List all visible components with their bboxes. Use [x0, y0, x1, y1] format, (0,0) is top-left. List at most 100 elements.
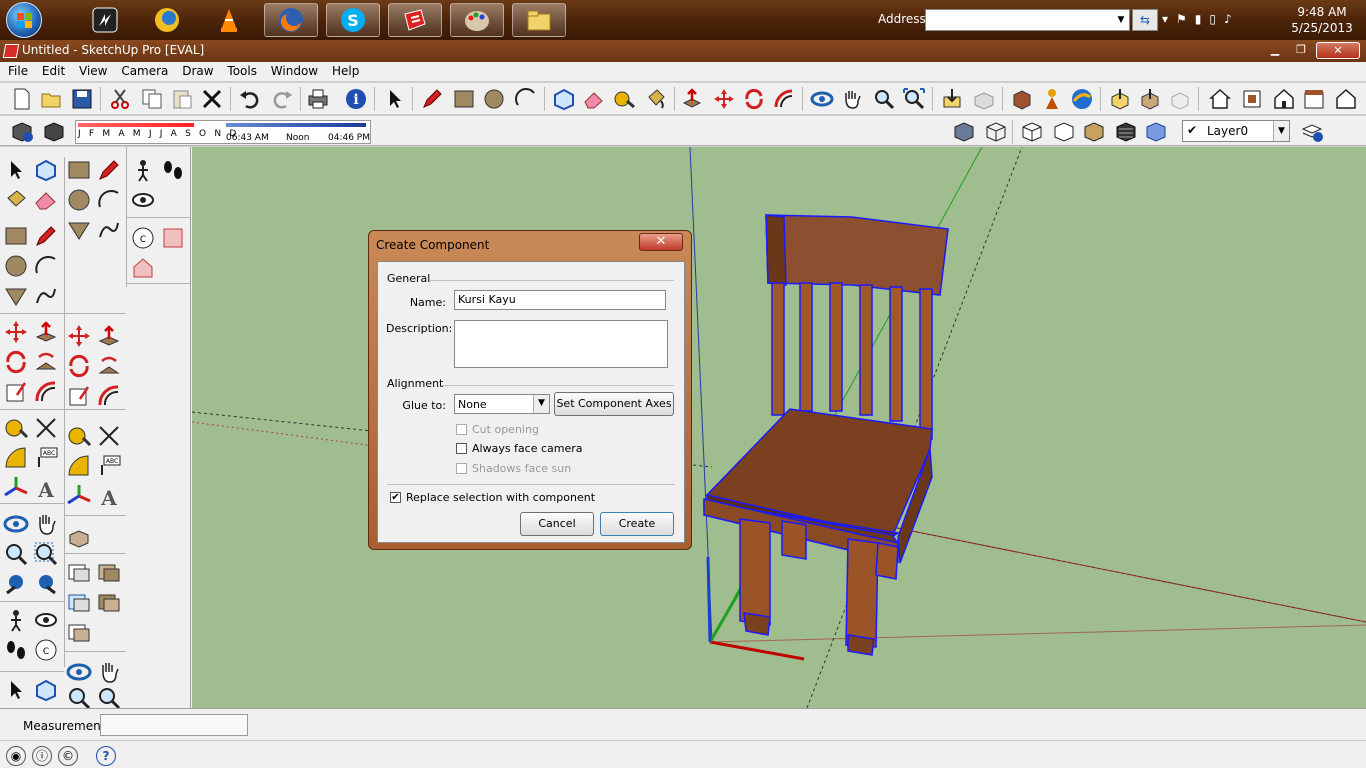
pencil-tool-icon[interactable] — [420, 87, 444, 111]
tray-battery-icon[interactable]: ▯ — [1209, 12, 1224, 26]
share-model-icon[interactable] — [972, 87, 996, 111]
layout-icon[interactable] — [1168, 87, 1192, 111]
paste-icon[interactable] — [170, 87, 194, 111]
offset-icon[interactable] — [33, 379, 59, 405]
set-component-axes-button[interactable]: Set Component Axes — [554, 392, 674, 416]
taskbar-app-bolt-icon[interactable] — [78, 3, 132, 37]
sandbox-icon[interactable] — [66, 523, 92, 549]
arc-icon[interactable] — [33, 253, 59, 279]
rectangle-tool-icon[interactable] — [452, 87, 476, 111]
top-view-icon[interactable] — [1240, 87, 1264, 111]
glue-to-select[interactable]: None ▼ — [454, 394, 550, 414]
circle-tool-icon[interactable] — [482, 87, 506, 111]
protractor-icon[interactable] — [3, 445, 29, 471]
shaded-textures-style-icon[interactable] — [1082, 119, 1106, 143]
save-icon[interactable] — [70, 87, 94, 111]
pan-icon[interactable] — [33, 511, 59, 537]
style-icon-d[interactable] — [96, 589, 122, 615]
zoom-window-icon[interactable] — [33, 541, 59, 567]
text-icon-2[interactable]: ABC — [96, 453, 122, 479]
shadows-toggle-icon[interactable] — [42, 119, 66, 143]
time-slider[interactable] — [226, 123, 366, 127]
rotate-icon-2[interactable] — [66, 353, 92, 379]
offset-tool-icon[interactable] — [772, 87, 796, 111]
tray-flag-icon[interactable]: ⚑ — [1176, 12, 1195, 26]
help-icon[interactable]: ? — [96, 746, 116, 766]
protractor-icon-2[interactable] — [66, 453, 92, 479]
wireframe-style-icon[interactable] — [984, 119, 1008, 143]
description-input[interactable] — [454, 320, 668, 368]
shadows-face-sun-checkbox[interactable] — [456, 463, 467, 474]
print-icon[interactable] — [306, 87, 330, 111]
tray-volume-icon[interactable]: ♪ — [1224, 12, 1240, 26]
geolocation-icon[interactable]: ◉ — [6, 746, 26, 766]
taskbar-skype-icon[interactable]: S — [326, 3, 380, 37]
orbit-icon-2[interactable] — [66, 659, 92, 685]
style-icon-e[interactable] — [66, 619, 92, 645]
taskbar-paint-icon[interactable] — [450, 3, 504, 37]
rectangle-icon[interactable] — [3, 223, 29, 249]
menu-draw[interactable]: Draw — [182, 62, 213, 78]
front-view-icon[interactable] — [1272, 87, 1296, 111]
scale-icon-2[interactable] — [66, 383, 92, 409]
section-plane-icon[interactable]: C — [33, 637, 59, 663]
next-view-icon[interactable] — [33, 571, 59, 597]
import-icon[interactable] — [1108, 87, 1132, 111]
walk-icon-2[interactable] — [160, 157, 186, 183]
eraser-tool-icon[interactable] — [582, 87, 606, 111]
taskbar-sketchup-icon[interactable] — [388, 3, 442, 37]
close-window-button[interactable]: ✕ — [1316, 42, 1360, 59]
redo-icon[interactable] — [270, 87, 294, 111]
glue-to-dropdown-arrow-icon[interactable]: ▼ — [533, 395, 549, 413]
create-button[interactable]: Create — [600, 512, 674, 536]
3d-text-icon-2[interactable]: A — [96, 483, 122, 510]
tape-measure-icon[interactable] — [612, 87, 636, 111]
month-slider[interactable] — [78, 123, 194, 127]
axes-icon-2[interactable] — [66, 483, 92, 509]
address-dropdown-icon[interactable]: ▼ — [1113, 10, 1129, 30]
taskbar-explorer-icon[interactable] — [512, 3, 566, 37]
layer-dropdown-arrow-icon[interactable]: ▼ — [1273, 121, 1289, 141]
dialog-close-button[interactable]: ✕ — [639, 233, 683, 251]
rotate-tool-icon[interactable] — [742, 87, 766, 111]
orbit-icon[interactable] — [3, 511, 29, 537]
select-icon[interactable] — [3, 157, 29, 183]
zoom-tool-icon[interactable] — [872, 87, 896, 111]
make-component-icon[interactable] — [552, 87, 576, 111]
iso-view-icon[interactable] — [1208, 87, 1232, 111]
xray-style-icon[interactable] — [952, 119, 976, 143]
dimension-icon[interactable] — [33, 415, 59, 441]
rotate-icon[interactable] — [3, 349, 29, 375]
erase-delete-icon[interactable] — [200, 87, 224, 111]
menu-tools[interactable]: Tools — [227, 62, 257, 78]
menu-edit[interactable]: Edit — [42, 62, 65, 78]
photo-textures-icon[interactable] — [1040, 87, 1064, 111]
zoom-icon[interactable] — [3, 541, 29, 567]
google-earth-icon[interactable] — [1070, 87, 1094, 111]
taskbar-firefox-icon[interactable] — [264, 3, 318, 37]
taskbar-vlc-icon[interactable] — [202, 3, 256, 37]
address-input[interactable]: ▼ — [925, 9, 1130, 31]
tray-signal-icon[interactable]: ▮ — [1195, 12, 1210, 26]
monochrome-style-icon[interactable] — [1114, 119, 1138, 143]
axes-icon[interactable] — [3, 475, 29, 501]
section-display-icon[interactable] — [160, 225, 186, 251]
component-icon-small[interactable] — [33, 677, 59, 703]
eraser-icon[interactable] — [33, 187, 59, 213]
select-icon-small[interactable] — [3, 677, 29, 703]
move-tool-icon[interactable] — [712, 87, 736, 111]
select-tool-icon[interactable] — [384, 87, 408, 111]
copy-icon[interactable] — [140, 87, 164, 111]
menu-camera[interactable]: Camera — [121, 62, 168, 78]
address-go-icon[interactable]: ⇆ — [1132, 9, 1158, 31]
back-view-icon[interactable] — [1334, 87, 1358, 111]
share-component-icon[interactable] — [1010, 87, 1034, 111]
right-view-icon[interactable] — [1302, 87, 1326, 111]
circle-icon[interactable] — [3, 253, 29, 279]
dimension-icon-2[interactable] — [96, 423, 122, 449]
new-icon[interactable] — [10, 87, 34, 111]
section-icon-2[interactable]: C — [130, 225, 156, 251]
menu-file[interactable]: File — [8, 62, 28, 78]
export-icon[interactable] — [1138, 87, 1162, 111]
cut-icon[interactable] — [108, 87, 132, 111]
